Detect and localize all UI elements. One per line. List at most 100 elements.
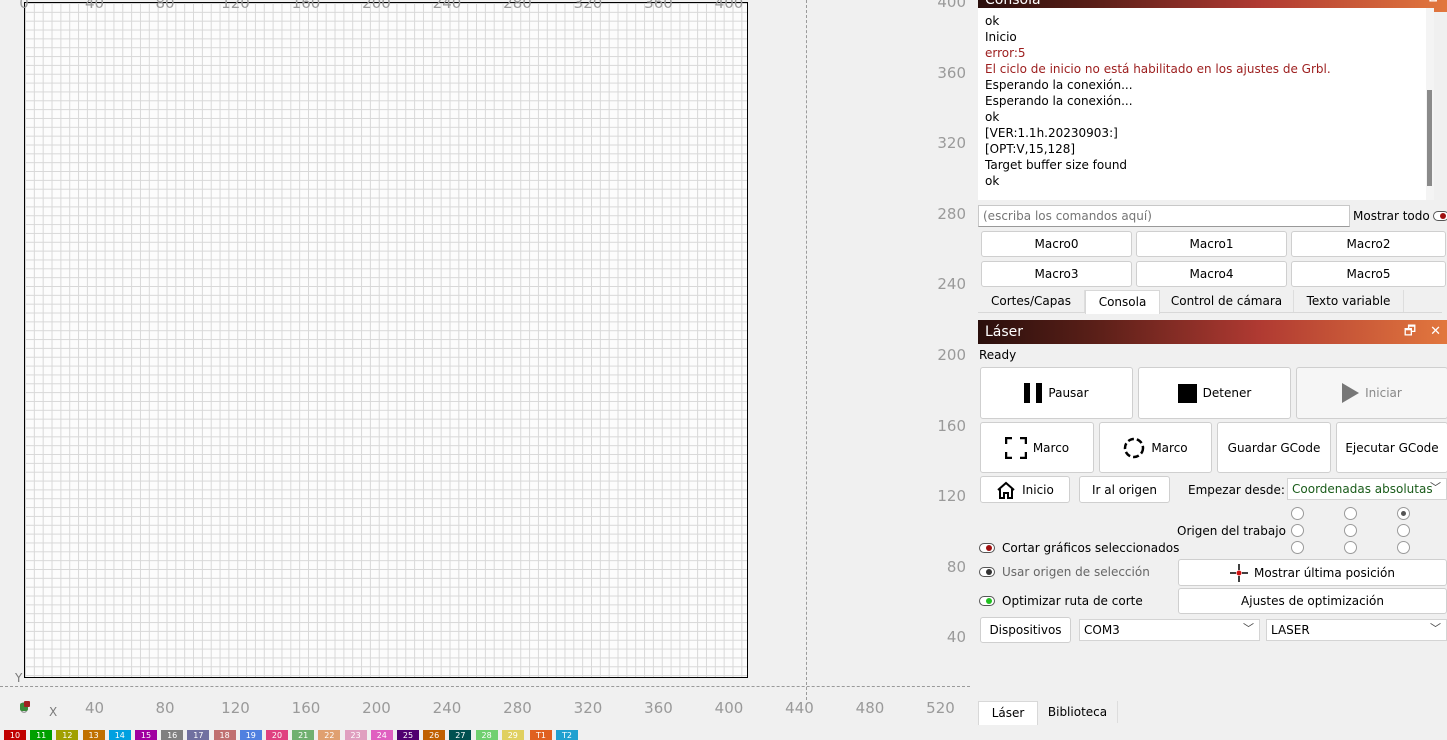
cut-selected-label: Cortar gráficos seleccionados <box>1002 541 1180 555</box>
color-swatch[interactable]: 18 <box>213 730 236 740</box>
color-swatch[interactable]: 25 <box>397 730 419 740</box>
device-select[interactable]: LASER ﹀ <box>1266 619 1447 641</box>
console-line: error:5 <box>985 46 1026 60</box>
chevron-down-icon: ﹀ <box>1430 622 1441 635</box>
x-tick-bottom: 440 <box>785 699 814 717</box>
tab-biblioteca[interactable]: Biblioteca <box>1038 701 1118 723</box>
optimize-path-toggle[interactable] <box>979 596 995 606</box>
color-swatch[interactable]: 24 <box>370 730 393 740</box>
laser-titlebar: Láser 🗗 ✕ <box>978 320 1447 344</box>
tab-control-de-c-mara[interactable]: Control de cámara <box>1160 290 1294 312</box>
frame-circle-button[interactable]: Marco <box>1099 422 1212 473</box>
close-icon[interactable]: ✕ <box>1430 324 1441 339</box>
job-origin-radio[interactable] <box>1344 524 1357 537</box>
stop-icon <box>1177 383 1197 403</box>
chevron-down-icon: ﹀ <box>1430 481 1441 494</box>
float-icon[interactable]: 🗗 <box>1429 0 1441 5</box>
color-swatch[interactable]: 27 <box>449 730 472 740</box>
command-input[interactable] <box>978 205 1350 227</box>
tab-texto-variable[interactable]: Texto variable <box>1294 290 1404 312</box>
x-tick-top: 360 <box>644 0 673 12</box>
start-button[interactable]: Iniciar <box>1296 367 1447 419</box>
job-origin-radio[interactable] <box>1291 541 1304 554</box>
x-tick-bottom: 360 <box>644 699 673 717</box>
start-from-select[interactable]: Coordenadas absolutas ﹀ <box>1287 478 1447 500</box>
job-origin-radio[interactable] <box>1291 507 1304 520</box>
color-swatch[interactable]: 21 <box>292 730 315 740</box>
color-swatch[interactable]: 10 <box>4 730 26 740</box>
color-swatch[interactable]: 22 <box>318 730 341 740</box>
tab-l-ser[interactable]: Láser <box>978 701 1038 725</box>
macro-button-5[interactable]: Macro5 <box>1291 261 1446 287</box>
color-swatch[interactable]: 20 <box>266 730 288 740</box>
show-all-label: Mostrar todo <box>1353 209 1430 223</box>
job-origin-radio[interactable] <box>1397 541 1410 554</box>
color-swatch[interactable]: 17 <box>187 730 210 740</box>
pause-icon <box>1024 383 1043 403</box>
x-axis-label: X <box>49 705 58 719</box>
right-panel: Consola 🗗 ok Inicio error:5 El ciclo de ini… <box>970 0 1447 740</box>
x-tick-bottom: 400 <box>714 699 744 717</box>
job-origin-radio[interactable] <box>1344 507 1357 520</box>
float-icon[interactable]: 🗗 <box>1404 324 1416 339</box>
color-swatch[interactable]: 12 <box>56 730 79 740</box>
color-swatch[interactable]: 14 <box>108 730 131 740</box>
pause-button[interactable]: Pausar <box>980 367 1133 419</box>
play-icon <box>1342 383 1360 403</box>
console-scrollbar[interactable] <box>1426 8 1434 200</box>
color-swatch[interactable]: 19 <box>239 730 262 740</box>
start-from-label: Empezar desde: <box>1188 483 1285 497</box>
y-tick: 120 <box>937 487 966 506</box>
color-swatch[interactable]: 11 <box>30 730 53 740</box>
bed-limit-horizontal <box>0 686 970 687</box>
console-line: ok <box>985 14 1000 28</box>
cut-selected-toggle[interactable] <box>979 543 995 553</box>
job-origin-radio[interactable] <box>1397 524 1410 537</box>
color-swatch[interactable]: 23 <box>344 730 367 740</box>
console-line: ok <box>985 174 1000 188</box>
x-tick-bottom: 40 <box>84 699 105 717</box>
console-scroll-thumb[interactable] <box>1427 90 1432 186</box>
home-button[interactable]: Inicio <box>980 476 1070 503</box>
color-swatch[interactable]: 28 <box>475 730 498 740</box>
tab-consola[interactable]: Consola <box>1085 290 1160 314</box>
goto-origin-button[interactable]: Ir al origen <box>1079 476 1170 503</box>
save-gcode-button[interactable]: Guardar GCode <box>1217 422 1331 473</box>
job-origin-radio[interactable] <box>1344 541 1357 554</box>
use-selection-origin-toggle[interactable] <box>979 567 995 577</box>
port-select[interactable]: COM3 ﹀ <box>1079 619 1260 641</box>
stop-button[interactable]: Detener <box>1138 367 1291 419</box>
color-swatch[interactable]: 15 <box>135 730 157 740</box>
color-swatch[interactable]: 13 <box>82 730 105 740</box>
macro-button-2[interactable]: Macro2 <box>1291 231 1446 257</box>
job-origin-radio[interactable] <box>1397 507 1410 520</box>
run-gcode-button[interactable]: Ejecutar GCode <box>1336 422 1447 473</box>
work-canvas[interactable]: 0040408080120120160160200200240240280280… <box>0 0 970 740</box>
color-swatch[interactable]: 16 <box>161 730 184 740</box>
x-tick-bottom: 480 <box>855 699 885 717</box>
console-log: ok Inicio error:5 El ciclo de inicio no est… <box>978 8 1428 200</box>
color-swatch[interactable]: T1 <box>530 730 552 740</box>
show-all-toggle[interactable] <box>1433 211 1447 221</box>
show-last-position-button[interactable]: Mostrar última posición <box>1178 559 1447 586</box>
x-tick-top: 120 <box>221 0 250 12</box>
macro-button-1[interactable]: Macro1 <box>1136 231 1287 257</box>
job-origin-radio[interactable] <box>1291 524 1304 537</box>
devices-button[interactable]: Dispositivos <box>980 617 1071 643</box>
x-tick-top: 320 <box>573 0 603 12</box>
color-swatch[interactable]: 26 <box>423 730 446 740</box>
macro-button-3[interactable]: Macro3 <box>981 261 1132 287</box>
macro-button-0[interactable]: Macro0 <box>981 231 1132 257</box>
frame-button[interactable]: Marco <box>980 422 1094 473</box>
y-tick: 240 <box>937 275 966 294</box>
color-swatch[interactable]: T2 <box>556 730 578 740</box>
chevron-down-icon: ﹀ <box>1243 622 1254 635</box>
x-tick-bottom: 520 <box>926 699 955 717</box>
tab-cortes-capas[interactable]: Cortes/Capas <box>978 290 1085 312</box>
optimization-settings-button[interactable]: Ajustes de optimización <box>1178 588 1447 614</box>
console-line: Target buffer size found <box>985 158 1128 172</box>
macro-button-4[interactable]: Macro4 <box>1136 261 1287 287</box>
workspace-grid[interactable] <box>24 2 748 678</box>
console-tabbar: Cortes/Capas Consola Control de cámara Text… <box>978 290 1442 314</box>
color-swatch[interactable]: 29 <box>501 730 524 740</box>
